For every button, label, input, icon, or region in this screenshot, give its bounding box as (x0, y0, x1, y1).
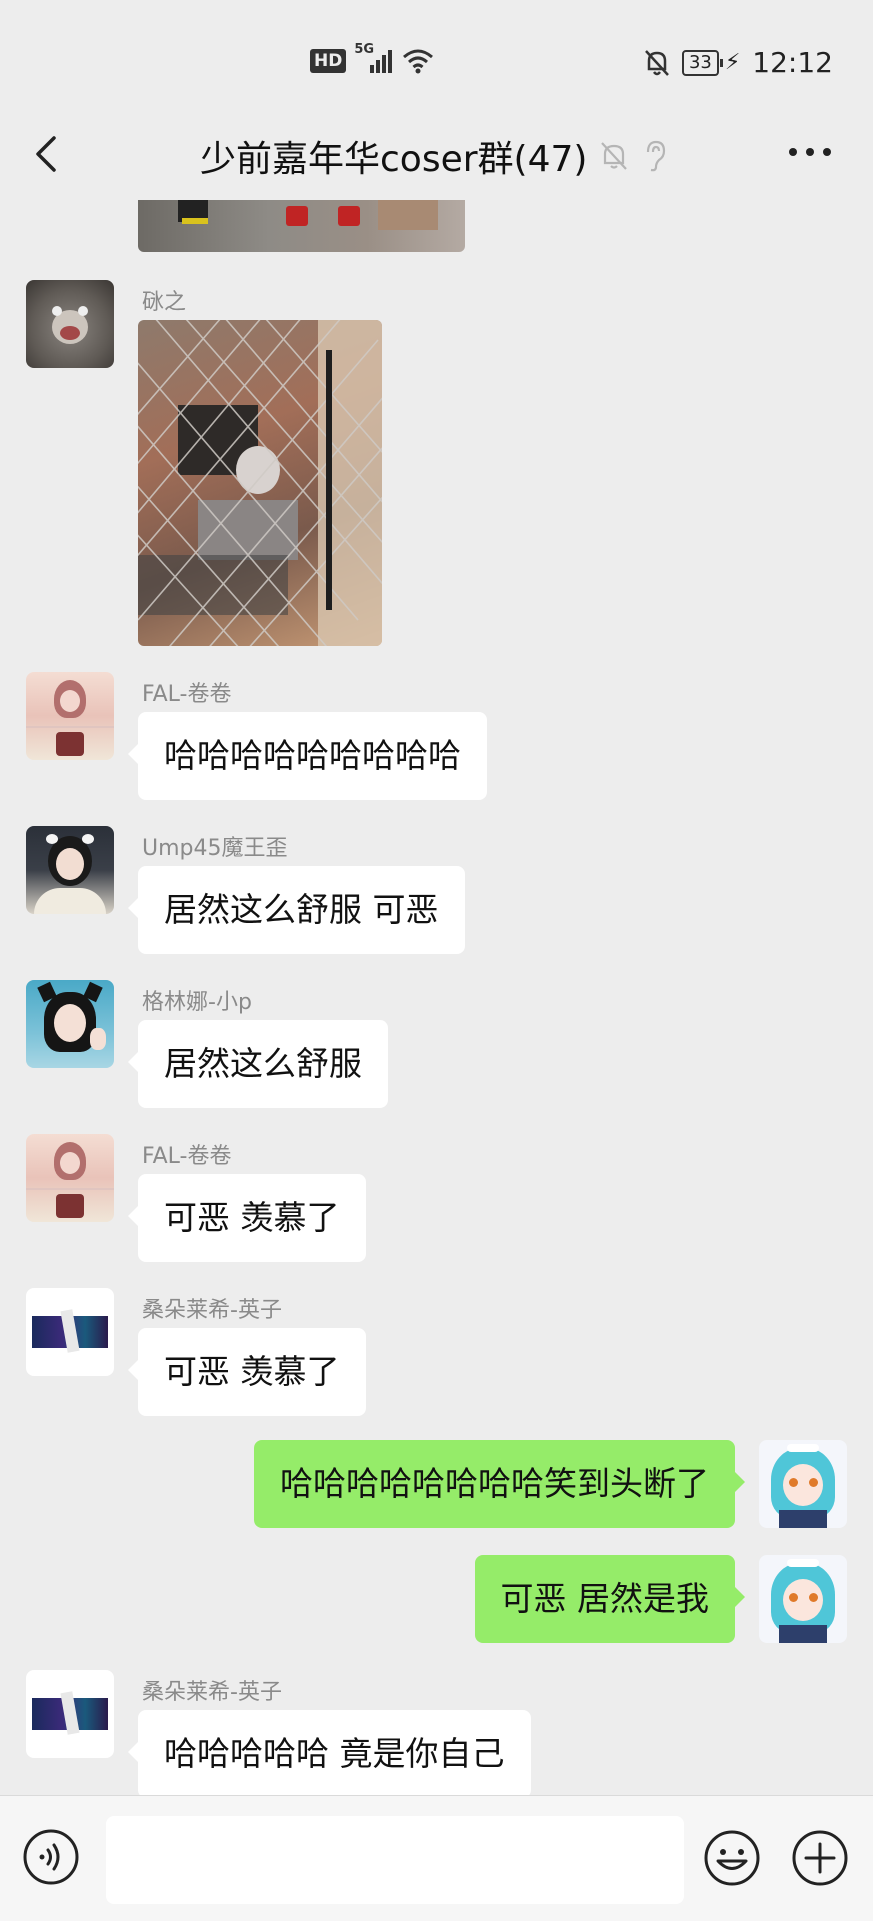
ear-icon (647, 140, 666, 172)
input-bar (0, 1795, 873, 1921)
avatar[interactable] (26, 672, 114, 760)
message-bubble[interactable]: 哈哈哈哈哈哈哈哈哈 (128, 712, 487, 800)
message-input[interactable] (106, 1816, 684, 1904)
sender-name: 格林娜-小p (142, 990, 252, 1015)
avatar[interactable] (26, 980, 114, 1068)
sender-name: FAL-卷卷 (142, 1144, 232, 1169)
self-avatar[interactable] (759, 1555, 847, 1643)
message-bubble-self[interactable]: 可恶 居然是我 (474, 1555, 745, 1643)
title-bar: 少前嘉年华coser群(47) (0, 110, 873, 200)
sender-name: FAL-卷卷 (142, 682, 232, 707)
chat-history[interactable]: 砯之 FAL-卷卷 哈哈哈哈哈哈哈哈哈 Ump45魔王歪 居然这么舒服 可恶 格… (0, 200, 873, 1795)
sender-name: 桑朵莱希-英子 (142, 1298, 282, 1323)
message-image[interactable] (138, 320, 382, 646)
network-type-label: 5G (354, 41, 375, 57)
plus-icon[interactable] (790, 1828, 850, 1888)
notification-off-icon (645, 49, 669, 76)
chat-title: 少前嘉年华coser群(47) (200, 139, 588, 180)
avatar[interactable] (26, 1134, 114, 1222)
voice-icon[interactable] (22, 1828, 80, 1886)
avatar[interactable] (26, 1288, 114, 1376)
clock: 12:12 (752, 46, 833, 79)
message-bubble[interactable]: 居然这么舒服 可恶 (128, 866, 465, 954)
chat-title-group: 少前嘉年华coser群(47) (200, 130, 669, 182)
chevron-left-icon[interactable] (28, 132, 68, 176)
status-right-icons: 33 ⚡ 12:12 (644, 46, 833, 79)
wifi-icon (403, 49, 434, 74)
self-avatar[interactable] (759, 1440, 847, 1528)
avatar[interactable] (26, 1670, 114, 1758)
cellular-signal-icon: 5G (354, 42, 393, 73)
message-bubble-self[interactable]: 哈哈哈哈哈哈哈哈笑到头断了 (254, 1440, 745, 1528)
sender-name: Ump45魔王歪 (142, 836, 288, 861)
avatar[interactable] (26, 280, 114, 368)
charging-icon: ⚡ (724, 50, 741, 75)
message-bubble[interactable]: 可恶 羡慕了 (128, 1328, 366, 1416)
message-image-partial[interactable] (138, 200, 465, 252)
battery-icon: 33 (681, 49, 723, 76)
hd-badge: HD (310, 49, 347, 73)
emoji-icon[interactable] (702, 1828, 762, 1888)
status-left-icons: HD 5G (310, 42, 434, 74)
more-dots-icon[interactable] (785, 132, 835, 172)
sender-name: 桑朵莱希-英子 (142, 1680, 282, 1705)
sender-name: 砯之 (142, 290, 187, 315)
message-bubble[interactable]: 可恶 羡慕了 (128, 1174, 366, 1262)
message-bubble[interactable]: 居然这么舒服 (128, 1020, 388, 1108)
bell-off-icon (601, 142, 628, 170)
avatar[interactable] (26, 826, 114, 914)
message-bubble[interactable]: 哈哈哈哈哈 竟是你自己 (128, 1710, 531, 1795)
